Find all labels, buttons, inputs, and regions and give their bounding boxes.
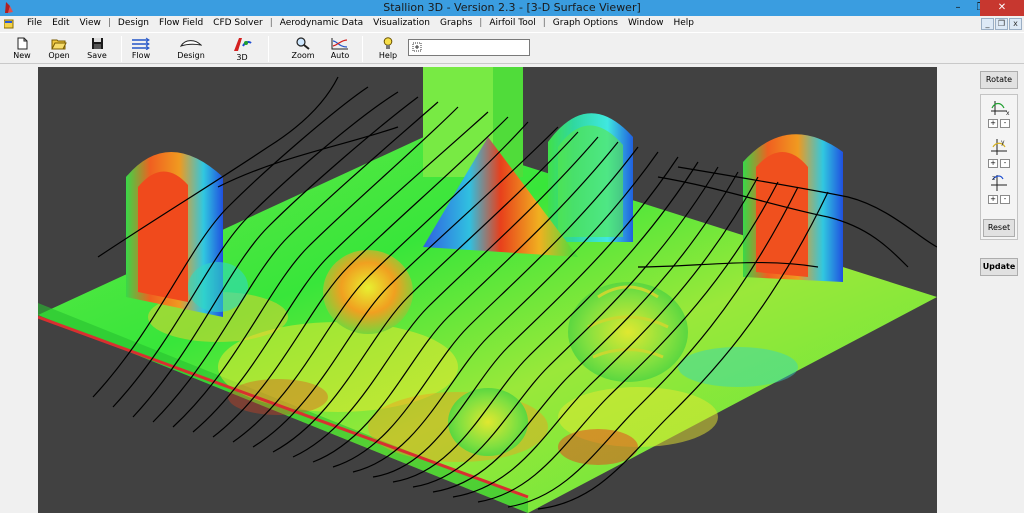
close-button[interactable]: ✕ <box>980 0 1024 16</box>
toolbar-separator <box>268 36 269 62</box>
crosshair-icon <box>412 42 422 51</box>
menu-item-aerodynamic-data[interactable]: Aerodynamic Data <box>275 18 368 28</box>
menu-item-graph-options[interactable]: Graph Options <box>548 18 623 28</box>
menu-items: File Edit View | Design Flow Field CFD Solver |… <box>22 18 699 28</box>
title-bar: Stallion 3D - Version 2.3 - [3-D Surface… <box>0 0 1024 16</box>
zoom-button[interactable]: Zoom <box>286 37 320 63</box>
auto-label: Auto <box>330 51 350 60</box>
airfoil-icon <box>180 40 202 47</box>
menu-item-design[interactable]: Design <box>113 18 154 28</box>
x-axis-rotate-icon: x <box>991 101 1010 117</box>
menu-item-airfoil-tool[interactable]: Airfoil Tool <box>484 18 540 28</box>
3d-label: 3D <box>236 53 248 62</box>
x-rotate-plus[interactable]: + <box>988 119 998 128</box>
menu-item-cfd-solver[interactable]: CFD Solver <box>208 18 268 28</box>
z-rotate-plus[interactable]: + <box>988 195 998 204</box>
menu-bar: File Edit View | Design Flow Field CFD Solver |… <box>0 16 1024 32</box>
coordinate-input[interactable] <box>408 39 530 56</box>
toolbar-separator <box>362 36 363 62</box>
menu-item-window[interactable]: Window <box>623 18 669 28</box>
menu-item-view[interactable]: View <box>75 18 106 28</box>
window-title: Stallion 3D - Version 2.3 - [3-D Surface… <box>383 1 641 14</box>
z-axis-rotate-icon: z <box>991 175 1007 191</box>
pumpkin-front <box>448 388 528 456</box>
menu-item-file[interactable]: File <box>22 18 47 28</box>
magnifier-icon <box>296 37 310 50</box>
design-label: Design <box>177 51 205 60</box>
rotation-controls: x + - y + - z + - Reset <box>980 94 1018 240</box>
3d-view-icon <box>234 38 252 51</box>
svg-text:y: y <box>1001 139 1005 146</box>
auto-button[interactable]: Auto <box>323 37 357 63</box>
design-button[interactable]: Design <box>174 37 208 63</box>
save-button[interactable]: Save <box>80 37 114 63</box>
rotate-button[interactable]: Rotate <box>980 71 1018 89</box>
svg-text:z: z <box>992 175 995 182</box>
floppy-disk-icon <box>91 38 103 49</box>
zoom-label: Zoom <box>291 51 315 60</box>
menu-separator: | <box>107 18 111 28</box>
open-label: Open <box>48 51 70 60</box>
flow-arrows-icon <box>132 37 150 50</box>
new-label: New <box>13 51 31 60</box>
pumpkin-right <box>568 282 688 382</box>
flow-button[interactable]: Flow <box>124 37 158 63</box>
flow-label: Flow <box>131 51 151 60</box>
mdi-minimize-button[interactable]: _ <box>981 18 994 30</box>
view3d-button[interactable]: 3D <box>225 37 259 63</box>
reset-button[interactable]: Reset <box>983 219 1015 237</box>
new-file-icon <box>17 37 28 50</box>
menu-separator: | <box>542 18 546 28</box>
surface-render <box>38 67 937 513</box>
mdi-buttons: _ ❐ x <box>981 18 1022 30</box>
menu-item-flow-field[interactable]: Flow Field <box>154 18 208 28</box>
menu-item-graphs[interactable]: Graphs <box>435 18 477 28</box>
save-label: Save <box>87 51 107 60</box>
mdi-close-button[interactable]: x <box>1009 18 1022 30</box>
svg-text:x: x <box>1006 110 1010 117</box>
menu-item-visualization[interactable]: Visualization <box>368 18 435 28</box>
3d-surface-viewport[interactable] <box>38 67 937 513</box>
new-button[interactable]: New <box>5 37 39 63</box>
y-axis-rotate-icon: y <box>991 139 1007 155</box>
lightbulb-icon <box>383 37 393 49</box>
menu-item-help[interactable]: Help <box>668 18 699 28</box>
open-folder-icon <box>51 39 67 50</box>
help-button[interactable]: Help <box>371 37 405 63</box>
menu-separator: | <box>479 18 483 28</box>
open-button[interactable]: Open <box>42 37 76 63</box>
menu-item-edit[interactable]: Edit <box>47 18 74 28</box>
help-label: Help <box>378 51 398 60</box>
mdi-restore-button[interactable]: ❐ <box>995 18 1008 30</box>
y-rotate-plus[interactable]: + <box>988 159 998 168</box>
auto-scale-chart-icon <box>331 38 348 50</box>
x-rotate-minus[interactable]: - <box>1000 119 1010 128</box>
y-rotate-minus[interactable]: - <box>1000 159 1010 168</box>
pumpkin-left <box>323 250 413 334</box>
z-rotate-minus[interactable]: - <box>1000 195 1010 204</box>
document-icon[interactable] <box>4 19 14 29</box>
toolbar-separator <box>121 36 122 62</box>
update-button[interactable]: Update <box>980 258 1018 276</box>
menu-separator: | <box>269 18 273 28</box>
